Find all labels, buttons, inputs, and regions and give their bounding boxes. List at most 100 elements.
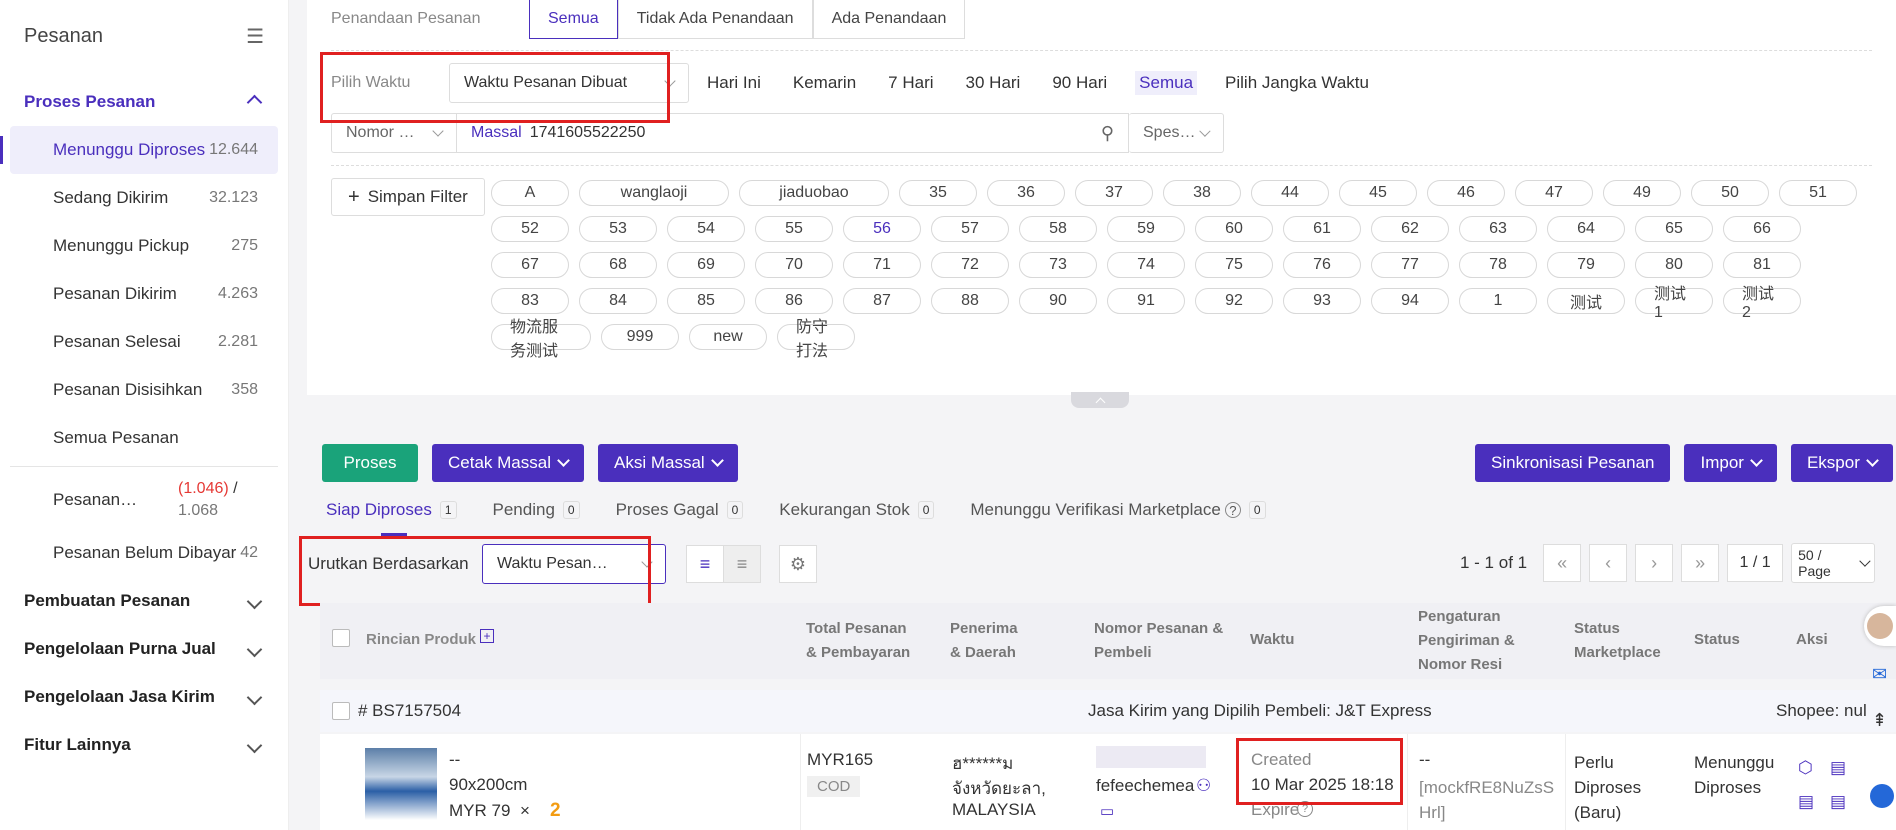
filter-tag[interactable]: 47 [1515, 180, 1593, 206]
filter-tag[interactable]: 62 [1371, 216, 1449, 242]
filter-tag[interactable]: 57 [931, 216, 1009, 242]
collapse-filter-handle[interactable] [1071, 392, 1129, 408]
filter-tag[interactable]: 84 [579, 288, 657, 314]
settings-gear-icon[interactable]: ⚙ [779, 545, 817, 583]
sidebar-item-pesanan-dikirim[interactable]: Pesanan Dikirim 4.263 [10, 270, 278, 318]
sort-desc-icon[interactable]: ≡ [686, 545, 724, 583]
collapse-menu-icon[interactable]: ☰ [246, 24, 264, 49]
proses-button[interactable]: Proses [322, 444, 418, 482]
filter-tag[interactable]: 测试1 [1635, 286, 1713, 321]
tab-siap-diproses[interactable]: Siap Diproses 1 [326, 500, 457, 536]
sort-asc-icon[interactable]: ≡ [724, 545, 761, 583]
help-icon[interactable]: ? [1224, 502, 1241, 518]
time-opt-30-hari[interactable]: 30 Hari [962, 71, 1025, 95]
search-icon[interactable]: ⚲ [1101, 123, 1114, 144]
page-input[interactable]: 1 / 1 [1727, 544, 1784, 582]
filter-tag[interactable]: 86 [755, 288, 833, 314]
section-fitur-lainnya[interactable]: Fitur Lainnya [0, 721, 288, 769]
tab-pending[interactable]: Pending 0 [493, 500, 580, 520]
filter-tag[interactable]: 87 [843, 288, 921, 314]
penandaan-ada[interactable]: Ada Penandaan [812, 0, 966, 39]
sidebar-item-menunggu-pickup[interactable]: Menunggu Pickup 275 [10, 222, 278, 270]
time-opt-hari-ini[interactable]: Hari Ini [703, 71, 765, 95]
tab-menunggu-verifikasi[interactable]: Menunggu Verifikasi Marketplace? 0 [970, 500, 1266, 520]
filter-tag[interactable]: 50 [1691, 180, 1769, 206]
filter-tag[interactable]: 79 [1547, 252, 1625, 278]
notes-icon[interactable]: ▤ [1830, 792, 1846, 812]
filter-tag[interactable]: 54 [667, 216, 745, 242]
user-icon[interactable]: ⚇ [1196, 776, 1211, 796]
filter-tag[interactable]: 94 [1371, 288, 1449, 314]
filter-tag[interactable]: 85 [667, 288, 745, 314]
filter-tag[interactable]: 77 [1371, 252, 1449, 278]
first-page-icon[interactable]: « [1543, 544, 1582, 582]
sidebar-item-semua-pesanan[interactable]: Semua Pesanan [10, 414, 278, 462]
tab-proses-gagal[interactable]: Proses Gagal 0 [616, 500, 744, 520]
filter-tag[interactable]: 61 [1283, 216, 1361, 242]
back-to-top-icon[interactable]: ⇞ [1872, 710, 1887, 731]
section-pembuatan-pesanan[interactable]: Pembuatan Pesanan [0, 577, 288, 625]
chat-icon[interactable]: ▭ [1100, 802, 1114, 820]
filter-tag[interactable]: 37 [1075, 180, 1153, 206]
filter-tag[interactable]: 70 [755, 252, 833, 278]
filter-tag[interactable]: 58 [1019, 216, 1097, 242]
filter-tag[interactable]: 物流服务测试 [491, 319, 591, 360]
filter-tag[interactable]: 88 [931, 288, 1009, 314]
filter-tag[interactable]: 83 [491, 288, 569, 314]
filter-tag[interactable]: 56 [843, 216, 921, 242]
filter-tag[interactable]: 55 [755, 216, 833, 242]
spesifikasi-select[interactable]: Spes… [1129, 113, 1224, 153]
impor-button[interactable]: Impor [1684, 444, 1777, 482]
next-page-icon[interactable]: › [1635, 544, 1674, 582]
penandaan-tidak-ada[interactable]: Tidak Ada Penandaan [617, 0, 813, 39]
aksi-massal-button[interactable]: Aksi Massal [597, 444, 738, 482]
filter-tag[interactable]: 72 [931, 252, 1009, 278]
tab-kekurangan-stok[interactable]: Kekurangan Stok 0 [779, 500, 935, 520]
document-icon[interactable]: ▤ [1830, 758, 1846, 778]
edit-document-icon[interactable]: ▤ [1798, 792, 1814, 812]
filter-tag[interactable]: 46 [1427, 180, 1505, 206]
filter-tag[interactable]: 999 [601, 324, 679, 350]
expand-plus-icon[interactable]: + [480, 629, 494, 643]
sidebar-item-pesanan-disisihkan[interactable]: Pesanan Disisihkan 358 [10, 366, 278, 414]
filter-tag[interactable]: 93 [1283, 288, 1361, 314]
filter-tag[interactable]: 91 [1107, 288, 1185, 314]
prev-page-icon[interactable]: ‹ [1589, 544, 1628, 582]
filter-tag[interactable]: 81 [1723, 252, 1801, 278]
filter-tag[interactable]: 76 [1283, 252, 1361, 278]
section-purna-jual[interactable]: Pengelolaan Purna Jual [0, 625, 288, 673]
filter-tag[interactable]: jiaduobao [739, 180, 889, 206]
per-page-select[interactable]: 50 / Page [1791, 543, 1876, 583]
filter-tag[interactable]: 36 [987, 180, 1065, 206]
filter-tag[interactable]: 68 [579, 252, 657, 278]
filter-tag[interactable]: 71 [843, 252, 921, 278]
filter-tag[interactable]: 65 [1635, 216, 1713, 242]
order-checkbox[interactable] [332, 702, 350, 720]
filter-tag[interactable]: 66 [1723, 216, 1801, 242]
filter-tag[interactable]: 53 [579, 216, 657, 242]
time-opt-90-hari[interactable]: 90 Hari [1048, 71, 1111, 95]
filter-tag[interactable]: 52 [491, 216, 569, 242]
avatar[interactable] [1864, 606, 1896, 646]
filter-tag[interactable]: 64 [1547, 216, 1625, 242]
sinkronisasi-button[interactable]: Sinkronisasi Pesanan [1475, 444, 1671, 482]
filter-tag[interactable]: 92 [1195, 288, 1273, 314]
sidebar-item-pesanan-bermasalah[interactable]: Pesanan… (1.046) / 1.068 [10, 471, 278, 529]
section-proses-pesanan[interactable]: Proses Pesanan [0, 78, 288, 126]
filter-tag[interactable]: 44 [1251, 180, 1329, 206]
filter-tag[interactable]: 80 [1635, 252, 1713, 278]
filter-tag[interactable]: 38 [1163, 180, 1241, 206]
filter-tag[interactable]: 74 [1107, 252, 1185, 278]
filter-tag[interactable]: 35 [899, 180, 977, 206]
penandaan-semua[interactable]: Semua [529, 0, 618, 39]
filter-tag[interactable]: 75 [1195, 252, 1273, 278]
filter-tag[interactable]: 1 [1459, 288, 1537, 314]
section-jasa-kirim[interactable]: Pengelolaan Jasa Kirim [0, 673, 288, 721]
ekspor-button[interactable]: Ekspor [1790, 444, 1893, 482]
select-all-checkbox[interactable] [332, 629, 350, 647]
filter-tag[interactable]: 防守打法 [777, 319, 855, 360]
package-icon[interactable]: ⬡ [1798, 758, 1813, 778]
filter-tag[interactable]: 69 [667, 252, 745, 278]
last-page-icon[interactable]: » [1681, 544, 1720, 582]
support-icon[interactable] [1870, 784, 1894, 808]
